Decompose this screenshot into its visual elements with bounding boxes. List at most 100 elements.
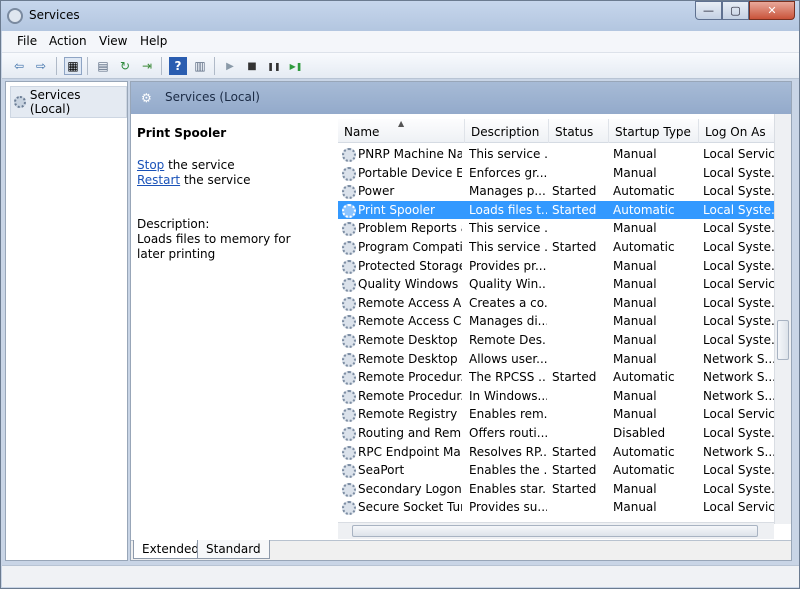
service-name: Secondary Logon	[358, 481, 462, 496]
services-window: Services — ▢ ✕ File Action View Help ⇦ ⇨…	[0, 0, 800, 589]
service-description: Manages di...	[469, 314, 547, 329]
service-startup-type: Disabled	[613, 426, 666, 440]
table-row[interactable]: Remote Registry Enables rem... Manual Local…	[338, 405, 791, 424]
table-row[interactable]: PNRP Machine Na... This service ... Manual…	[338, 145, 791, 164]
table-row[interactable]: Print Spooler Loads files t... Started Auto…	[338, 200, 791, 220]
service-status: Started	[552, 444, 597, 459]
column-header-name[interactable]: ▲ Name	[338, 119, 465, 143]
service-gear-icon	[342, 389, 356, 404]
forward-arrow-icon[interactable]: ⇨	[32, 57, 50, 75]
column-header-description[interactable]: Description	[465, 119, 549, 143]
service-description: This service ...	[469, 221, 547, 236]
service-status: Started	[552, 481, 597, 496]
service-name: Remote Procedur...	[358, 370, 462, 385]
service-startup-type: Manual	[613, 351, 657, 366]
menu-action[interactable]: Action	[49, 34, 87, 48]
service-gear-icon	[342, 371, 356, 386]
service-gear-icon	[342, 148, 356, 162]
tree-item-services-local[interactable]: Services (Local)	[10, 86, 127, 118]
service-name: Remote Registry	[358, 407, 458, 422]
title-bar[interactable]: Services — ▢ ✕	[1, 1, 799, 31]
restart-service-link[interactable]: Restart	[137, 173, 180, 187]
menu-help[interactable]: Help	[140, 34, 167, 48]
services-gear-icon: ⚙	[141, 91, 152, 105]
horizontal-scroll-thumb[interactable]	[352, 525, 758, 537]
service-description: Creates a co...	[469, 295, 547, 310]
table-row[interactable]: Remote Access C... Manages di... Manual Loc…	[338, 312, 791, 331]
service-gear-icon	[342, 408, 356, 423]
table-row[interactable]: Secondary Logon Enables star... Started Man…	[338, 480, 791, 499]
service-description: Quality Win...	[469, 277, 547, 292]
restart-service-icon[interactable]: ▶❚	[287, 57, 305, 75]
column-header-status[interactable]: Status	[549, 119, 609, 143]
table-row[interactable]: Remote Procedur... In Windows... Manual Net…	[338, 387, 791, 406]
close-button[interactable]: ✕	[749, 1, 795, 20]
service-gear-icon	[342, 334, 356, 348]
service-name: Remote Access A...	[358, 295, 462, 310]
show-hide-pane-icon[interactable]: ▥	[191, 57, 209, 75]
service-startup-type: Manual	[613, 314, 657, 329]
stop-service-link[interactable]: Stop	[137, 158, 164, 172]
service-description: This service ...	[469, 147, 547, 161]
service-name: Routing and Rem...	[358, 426, 462, 440]
service-name: Remote Access C...	[358, 314, 462, 329]
table-row[interactable]: Secure Socket Tun... Provides su... Manual…	[338, 498, 791, 517]
service-startup-type: Manual	[613, 258, 657, 273]
pause-service-icon[interactable]: ❚❚	[265, 57, 283, 75]
restart-action: Restart the service	[137, 173, 250, 187]
service-description: Remote Des...	[469, 333, 547, 347]
vertical-scroll-thumb[interactable]	[777, 320, 789, 360]
back-arrow-icon[interactable]: ⇦	[10, 57, 28, 75]
stop-service-icon[interactable]: ■	[243, 57, 261, 75]
table-row[interactable]: Quality Windows ... Quality Win... Manual L…	[338, 275, 791, 294]
service-description: Enables rem...	[469, 407, 547, 422]
service-gear-icon	[342, 352, 356, 367]
table-row[interactable]: Problem Reports a... This service ... Manu…	[338, 219, 791, 238]
console-tree-icon[interactable]: ▦	[64, 57, 82, 75]
service-startup-type: Manual	[613, 165, 657, 180]
minimize-button[interactable]: —	[695, 1, 722, 20]
stop-suffix: the service	[164, 158, 235, 172]
horizontal-scrollbar[interactable]	[338, 522, 774, 539]
selected-service-name: Print Spooler	[137, 126, 227, 140]
refresh-icon[interactable]: ↻	[116, 57, 134, 75]
help-icon[interactable]: ?	[169, 57, 187, 75]
description-panel: Print Spooler Stop the service Restart t…	[131, 114, 336, 540]
table-row[interactable]: Routing and Rem... Offers routi... Disable…	[338, 424, 791, 443]
service-status: Started	[552, 202, 597, 217]
window-title: Services	[29, 8, 80, 22]
description-text: Loads files to memory for later printing	[137, 232, 291, 261]
start-service-icon[interactable]: ▶	[221, 57, 239, 75]
toolbar: ⇦ ⇨ ▦ ▤ ↻ ⇥ ? ▥ ▶ ■ ❚❚ ▶❚	[2, 53, 799, 79]
table-row[interactable]: Remote Desktop ... Remote Des... Manual Loc…	[338, 331, 791, 350]
table-row[interactable]: Remote Desktop S...Allows user...ManualN…	[338, 350, 791, 369]
properties-icon[interactable]: ▤	[94, 57, 112, 75]
services-list: ▲ Name Description Status Startup Type Lo…	[338, 114, 791, 540]
maximize-button[interactable]: ▢	[722, 1, 749, 20]
table-row[interactable]: Protected Storage Provides pr... Manual Loc…	[338, 257, 791, 276]
table-row[interactable]: Remote Access A... Creates a co... Manual L…	[338, 294, 791, 313]
table-row[interactable]: Remote Procedur... The RPCSS ... Started Au…	[338, 368, 791, 387]
table-row[interactable]: RPC Endpoint Ma... Resolves RP... Started A…	[338, 443, 791, 462]
service-startup-type: Automatic	[613, 370, 675, 385]
service-gear-icon	[342, 445, 356, 460]
service-startup-type: Automatic	[613, 463, 675, 478]
service-name: Power	[358, 184, 395, 199]
table-row[interactable]: Power Manages p... Started Automatic Local S…	[338, 182, 791, 201]
table-row[interactable]: Portable Device E... Enforces gr... Manual…	[338, 164, 791, 183]
table-row[interactable]: SeaPort Enables the ... Started Automatic Lo…	[338, 461, 791, 480]
tab-standard[interactable]: Standard	[197, 540, 270, 559]
column-header-startup-type[interactable]: Startup Type	[609, 119, 699, 143]
export-list-icon[interactable]: ⇥	[138, 57, 156, 75]
service-status: Started	[552, 240, 597, 254]
service-gear-icon	[342, 501, 356, 516]
pane-header-title: Services (Local)	[165, 90, 260, 104]
menu-view[interactable]: View	[99, 34, 127, 48]
vertical-scrollbar[interactable]	[774, 114, 791, 524]
menu-file[interactable]: File	[17, 34, 37, 48]
table-row[interactable]: Program Compati... This service ... Starte…	[338, 238, 791, 257]
service-startup-type: Automatic	[613, 202, 675, 217]
stop-action: Stop the service	[137, 158, 235, 172]
service-description: Allows user...	[469, 351, 547, 366]
service-startup-type: Manual	[613, 147, 657, 161]
